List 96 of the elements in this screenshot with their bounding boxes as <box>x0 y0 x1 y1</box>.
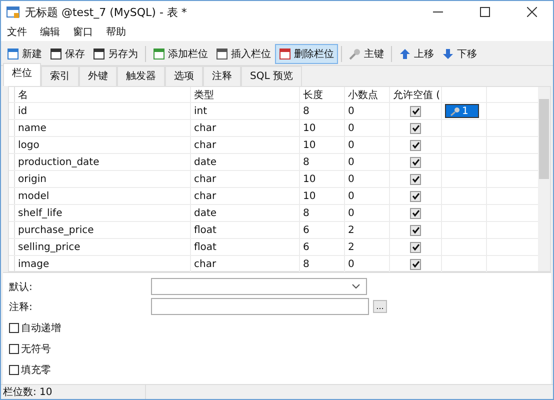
table-cell: 0 <box>345 103 390 119</box>
table-cell: date <box>191 154 300 170</box>
table-icon <box>216 48 228 60</box>
column-header: 类型 <box>191 87 300 102</box>
table-cell: 10 <box>300 137 345 153</box>
tab[interactable]: 索引 <box>41 66 79 86</box>
checkbox[interactable] <box>410 174 421 184</box>
comment-field[interactable] <box>151 298 369 315</box>
column-header: 长度 <box>300 87 345 102</box>
checkbox[interactable] <box>410 122 421 134</box>
arrow-up-icon <box>399 48 411 60</box>
checkbox[interactable] <box>9 365 19 375</box>
menu-item[interactable]: 文件 <box>5 25 38 39</box>
tab[interactable]: SQL 预览 <box>241 66 302 86</box>
table-cell: float <box>191 222 300 238</box>
field-label: 注释: <box>9 300 34 314</box>
table-cell: selling_price <box>15 239 191 255</box>
menu-item[interactable]: 窗口 <box>71 25 104 39</box>
close-icon[interactable] <box>527 7 537 17</box>
menu-item[interactable]: 编辑 <box>38 25 71 39</box>
table-cell: origin <box>15 171 191 187</box>
table-cell: 0 <box>345 188 390 204</box>
checkbox[interactable] <box>410 258 421 270</box>
table-cell: 0 <box>345 154 390 170</box>
toolbar-button[interactable]: 插入栏位 <box>212 44 275 64</box>
table-cell: char <box>191 120 300 136</box>
table-cell: int <box>191 103 300 119</box>
column-header: 允许空值 ( <box>390 87 442 102</box>
toolbar-button[interactable]: 另存为 <box>89 44 142 64</box>
table-cell: char <box>191 171 300 187</box>
table-cell: 0 <box>345 137 390 153</box>
toolbar-button[interactable]: 删除栏位 <box>275 44 338 64</box>
table-cell: 8 <box>300 103 345 119</box>
table-icon <box>7 48 19 60</box>
checkbox[interactable] <box>410 208 421 218</box>
arrow-down-icon <box>442 48 454 60</box>
table-cell: purchase_price <box>15 222 191 238</box>
checkbox-label: 填充零 <box>21 364 51 377</box>
toolbar-button[interactable]: 主键 <box>345 44 388 64</box>
key-icon <box>450 106 460 116</box>
field-label: 默认: <box>9 280 34 294</box>
table-cell: 10 <box>300 188 345 204</box>
toolbar-button[interactable]: 添加栏位 <box>149 44 212 64</box>
checkbox[interactable] <box>9 323 19 333</box>
tab[interactable]: 选项 <box>165 66 203 86</box>
toolbar-button[interactable]: 上移 <box>395 44 438 64</box>
table-cell: char <box>191 188 300 204</box>
checkbox-label: 无符号 <box>21 343 51 356</box>
table-cell: 0 <box>345 205 390 221</box>
checkbox[interactable] <box>9 344 19 354</box>
table-cell: name <box>15 120 191 136</box>
key-icon <box>349 48 361 60</box>
window-title: 无标题 @test_7 (MySQL) - 表 * <box>25 4 187 20</box>
toolbar-button[interactable]: 下移 <box>438 44 481 64</box>
table-icon <box>153 48 165 60</box>
checkbox[interactable] <box>410 224 421 236</box>
table-cell: logo <box>15 137 191 153</box>
ellipsis-button[interactable]: ... <box>373 300 387 313</box>
column-header: 名 <box>15 87 191 102</box>
table-cell: 6 <box>300 222 345 238</box>
table-cell: 10 <box>300 171 345 187</box>
table-cell: 2 <box>345 239 390 255</box>
column-header: 小数点 <box>345 87 390 102</box>
table-cell: 8 <box>300 154 345 170</box>
table-cell: 6 <box>300 239 345 255</box>
table-icon <box>6 5 20 19</box>
checkbox[interactable] <box>410 242 421 252</box>
table-cell: id <box>15 103 191 119</box>
table-cell: char <box>191 137 300 153</box>
table-cell: model <box>15 188 191 204</box>
checkbox[interactable] <box>410 190 421 202</box>
table-cell: 0 <box>345 120 390 136</box>
chevron-down-icon <box>352 284 360 289</box>
table-cell: 2 <box>345 222 390 238</box>
checkbox-label: 自动递增 <box>21 322 61 335</box>
table-cell: production_date <box>15 154 191 170</box>
tab[interactable]: 外键 <box>79 66 117 86</box>
toolbar-button[interactable]: 保存 <box>46 44 89 64</box>
table-cell: 8 <box>300 205 345 221</box>
scrollbar[interactable] <box>538 87 550 271</box>
maximize-icon[interactable] <box>480 7 490 17</box>
table-cell: 0 <box>345 171 390 187</box>
tab[interactable]: 栏位 <box>3 63 41 86</box>
checkbox[interactable] <box>410 140 421 150</box>
table-cell: date <box>191 205 300 221</box>
table-icon <box>279 48 291 60</box>
menu-item[interactable]: 帮助 <box>104 25 137 39</box>
table-cell: shelf_life <box>15 205 191 221</box>
status-text: 栏位数: 10 <box>1 385 146 399</box>
primary-key-cell: 1 <box>445 104 480 118</box>
checkbox[interactable] <box>410 156 421 168</box>
checkbox[interactable] <box>410 106 421 116</box>
table-cell: float <box>191 239 300 255</box>
tab[interactable]: 注释 <box>203 66 241 86</box>
tab[interactable]: 触发器 <box>117 66 165 86</box>
table-cell: 10 <box>300 120 345 136</box>
